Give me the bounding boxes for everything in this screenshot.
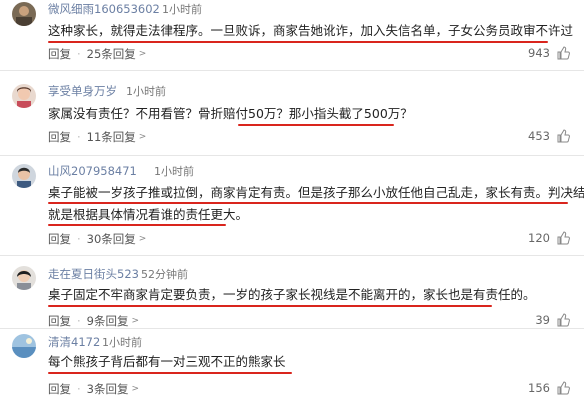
avatar[interactable] [12,2,36,26]
thumbs-up-icon[interactable] [556,231,570,245]
chevron-right-icon: > [138,49,147,59]
comment-text: 这种家长，就得走法律程序。一旦败诉，商家告她讹诈，加入失信名单，子女公务员政审不… [48,23,574,38]
comment-text: 家属没有责任？不用看管？骨折赔付50万？那小指头截了500万？ [48,106,413,121]
comment-text-line-2: 就是根据具体情况看谁的责任更大。 [48,207,249,222]
avatar[interactable] [12,334,36,358]
chevron-right-icon: > [138,234,147,244]
username[interactable]: 清清4172 [48,334,100,350]
separator: · [77,47,81,61]
highlight-underline [238,124,394,126]
reply-actions: 回复 · 25条回复 > [48,46,146,62]
view-replies-link[interactable]: 11条回复 [87,129,136,145]
username[interactable]: 微风细雨160653602 [48,1,160,17]
separator: · [77,130,81,144]
separator: · [77,232,81,246]
separator: · [77,382,81,396]
reply-button[interactable]: 回复 [48,129,71,145]
view-replies-link[interactable]: 25条回复 [87,46,136,62]
reply-actions: 回复 · 11条回复 > [48,129,146,145]
divider [0,328,584,329]
comment-item: 微风细雨160653602 1小时前 这种家长，就得走法律程序。一旦败诉，商家告… [0,0,584,78]
like-count: 39 [535,313,550,327]
view-replies-link[interactable]: 3条回复 [87,381,129,397]
comment-item: 清清4172 1小时前 每个熊孩子背后都有一对三观不正的熊家长 回复 · 3条回复 >… [0,330,584,415]
timestamp: 1小时前 [126,85,166,98]
avatar[interactable] [12,164,36,188]
chevron-right-icon: > [138,132,147,142]
reply-actions: 回复 · 30条回复 > [48,231,146,247]
highlight-underline [48,41,548,43]
reply-button[interactable]: 回复 [48,313,71,329]
chevron-right-icon: > [131,316,140,326]
highlight-underline [48,224,226,226]
thumbs-up-icon[interactable] [556,129,570,143]
comment-item: 山风207958471 1小时前 桌子能被一岁孩子推或拉倒，商家肯定有责。但是孩… [0,158,584,258]
divider [0,70,584,71]
comment-text: 桌子固定不牢商家肯定要负责，一岁的孩子家长视线是不能离开的，家长也是有责任的。 [48,287,536,302]
reply-button[interactable]: 回复 [48,231,71,247]
like-count: 120 [528,231,550,245]
username[interactable]: 山风207958471 [48,163,137,179]
chevron-right-icon: > [131,384,140,394]
reply-button[interactable]: 回复 [48,46,71,62]
highlight-underline [48,372,292,374]
timestamp: 1小时前 [154,165,194,178]
username[interactable]: 走在夏日街头523 [48,266,139,282]
view-replies-link[interactable]: 9条回复 [87,313,129,329]
timestamp: 52分钟前 [141,268,188,281]
reply-button[interactable]: 回复 [48,381,71,397]
thumbs-up-icon[interactable] [556,313,570,327]
like-count: 453 [528,129,550,143]
timestamp: 1小时前 [102,336,142,349]
separator: · [77,314,81,328]
comment-item: 享受单身万岁 1小时前 家属没有责任？不用看管？骨折赔付50万？那小指头截了50… [0,78,584,158]
avatar[interactable] [12,84,36,108]
thumbs-up-icon[interactable] [556,46,570,60]
divider [0,255,584,256]
comment-text: 每个熊孩子背后都有一对三观不正的熊家长 [48,354,286,369]
highlight-underline [48,305,492,307]
timestamp: 1小时前 [162,3,202,16]
comment-text: 桌子能被一岁孩子推或拉倒，商家肯定有责。但是孩子那么小放任他自己乱走，家长有责。… [48,185,584,200]
like-count: 943 [528,46,550,60]
comment-item: 走在夏日街头523 52分钟前 桌子固定不牢商家肯定要负责，一岁的孩子家长视线是… [0,260,584,330]
username[interactable]: 享受单身万岁 [48,83,117,99]
reply-actions: 回复 · 9条回复 > [48,313,139,329]
view-replies-link[interactable]: 30条回复 [87,231,136,247]
reply-actions: 回复 · 3条回复 > [48,381,139,397]
thumbs-up-icon[interactable] [556,381,570,395]
like-count: 156 [528,381,550,395]
divider [0,155,584,156]
avatar[interactable] [12,266,36,290]
